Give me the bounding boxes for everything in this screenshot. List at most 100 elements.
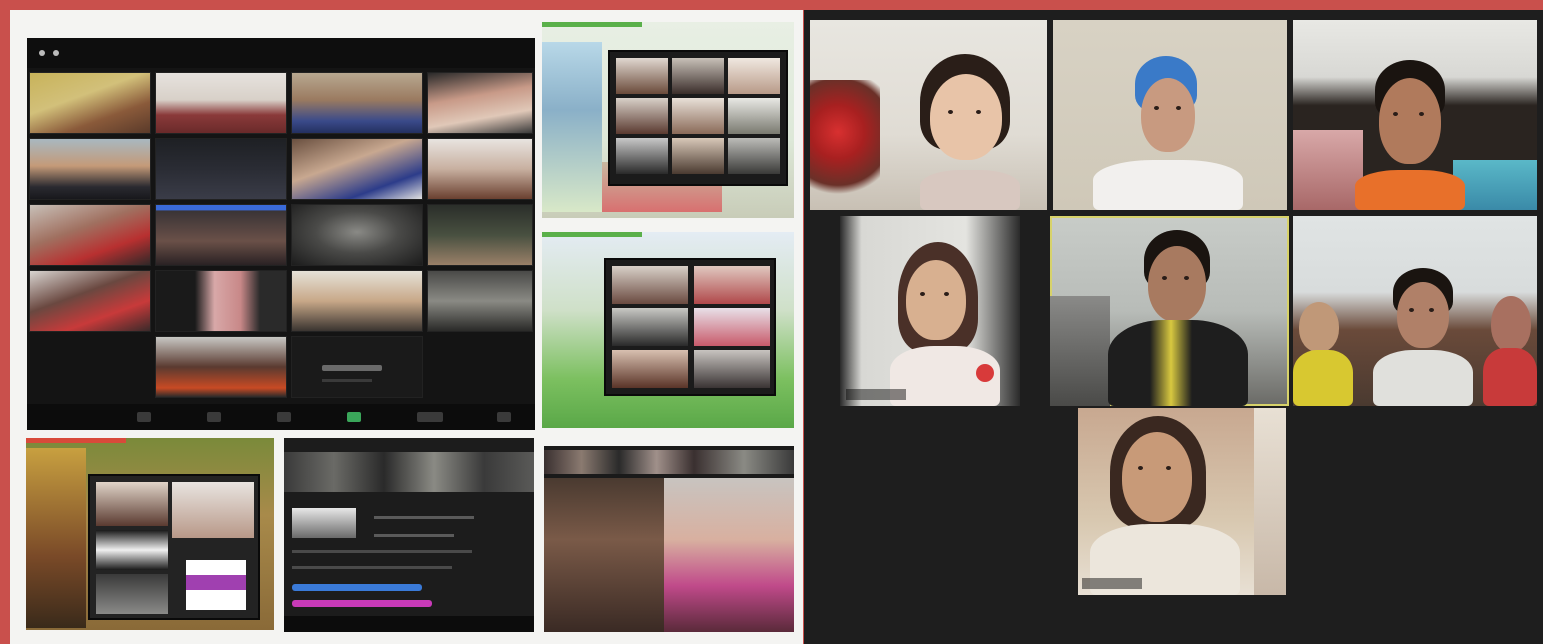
embedded-zoom-window [608, 50, 788, 186]
mini-tile [612, 308, 688, 346]
child-face [1379, 78, 1441, 164]
child-body [1093, 160, 1243, 210]
embedded-zoom-window [88, 474, 260, 620]
child-body [1483, 348, 1537, 406]
participant-tile[interactable] [291, 72, 423, 134]
record-icon[interactable] [417, 412, 443, 422]
eye [920, 292, 925, 296]
participant-tile[interactable] [291, 138, 423, 200]
reactions-icon[interactable] [497, 412, 511, 422]
participant-tile[interactable] [427, 270, 533, 332]
right-tile-2[interactable] [1053, 20, 1287, 210]
slide-decoration [26, 448, 86, 628]
participant-tile[interactable] [427, 138, 533, 200]
blue-highlight-bar [292, 584, 422, 591]
right-gallery-panel [804, 10, 1543, 644]
participant-tile[interactable] [291, 204, 423, 266]
mini-tile [728, 58, 780, 94]
child-face [1148, 246, 1206, 322]
mini-tile [172, 482, 254, 538]
participant-tile[interactable] [291, 270, 423, 332]
thumbnail-strip [544, 450, 794, 474]
child-body [1373, 350, 1473, 406]
mini-tile [694, 350, 770, 388]
slide-top-right [542, 22, 794, 218]
child-face [906, 260, 966, 340]
child-face [1491, 296, 1531, 352]
participant-tile[interactable] [155, 72, 287, 134]
slide-accent-strip [26, 438, 126, 443]
eye [948, 110, 953, 114]
left-collage-panel [10, 10, 803, 644]
eye [1176, 106, 1181, 110]
mini-tile [96, 482, 168, 526]
speaker-tile [544, 478, 674, 632]
participant-tile[interactable] [29, 270, 151, 332]
participant-tile[interactable] [29, 72, 151, 134]
child-face [1141, 78, 1195, 152]
speaker-tile [664, 478, 794, 632]
eye [1162, 276, 1167, 280]
list-line [292, 550, 472, 553]
mini-tile [186, 560, 246, 610]
mute-icon[interactable] [137, 412, 151, 422]
right-tile-7[interactable] [1054, 408, 1286, 595]
right-tile-3[interactable] [1293, 20, 1537, 210]
background-object [1050, 296, 1110, 406]
window-dot-icon [53, 50, 59, 56]
list-line [292, 566, 452, 569]
participant-tile[interactable] [155, 270, 287, 332]
thumbnail-strip [284, 452, 534, 492]
right-tile-4[interactable] [840, 216, 1020, 406]
mini-tile [616, 58, 668, 94]
eye [976, 110, 981, 114]
participant-name-placeholder [322, 365, 382, 371]
child-body [1355, 170, 1465, 210]
participant-tile[interactable] [291, 336, 423, 398]
eye [944, 292, 949, 296]
slide-decoration [542, 42, 602, 212]
window-dot-icon [39, 50, 45, 56]
participant-tile[interactable] [29, 138, 151, 200]
participant-tile[interactable] [155, 138, 287, 200]
child-body [920, 170, 1020, 210]
eye [1166, 466, 1171, 470]
right-tile-5[interactable] [1050, 216, 1289, 406]
child-face [930, 74, 1002, 160]
list-line [374, 534, 454, 537]
eye [1409, 308, 1414, 312]
video-icon[interactable] [207, 412, 221, 422]
child-body [1108, 320, 1248, 406]
meeting-controls-bar [27, 404, 535, 430]
right-tile-1[interactable] [810, 20, 1047, 210]
participant-tile[interactable] [29, 204, 151, 266]
child-face [1397, 282, 1449, 348]
slide-mid-right [542, 232, 794, 428]
zoom-gallery-screenshot [27, 38, 535, 430]
participant-tile[interactable] [427, 204, 533, 266]
list-line [374, 516, 474, 519]
eye [1138, 466, 1143, 470]
mini-tile [96, 530, 168, 570]
slide-bottom-left [26, 438, 274, 630]
window-titlebar [27, 38, 535, 68]
participant-tile[interactable] [427, 72, 533, 134]
participants-icon[interactable] [277, 412, 291, 422]
slide-bottom-right [544, 446, 794, 632]
background-object [1254, 408, 1286, 595]
eye [1429, 308, 1434, 312]
mini-tile [612, 266, 688, 304]
embedded-zoom-window [604, 258, 776, 396]
mini-tile [728, 138, 780, 174]
share-screen-icon[interactable] [347, 412, 361, 422]
participant-tile[interactable] [155, 204, 287, 266]
right-tile-6[interactable] [1293, 216, 1537, 406]
mini-tile [616, 138, 668, 174]
eye [1184, 276, 1189, 280]
tile-shadow [1054, 408, 1078, 595]
participant-tile[interactable] [155, 336, 287, 398]
participant-name-tag [1082, 578, 1142, 589]
mini-tile [672, 138, 724, 174]
mini-tile [672, 98, 724, 134]
mini-tile [612, 350, 688, 388]
